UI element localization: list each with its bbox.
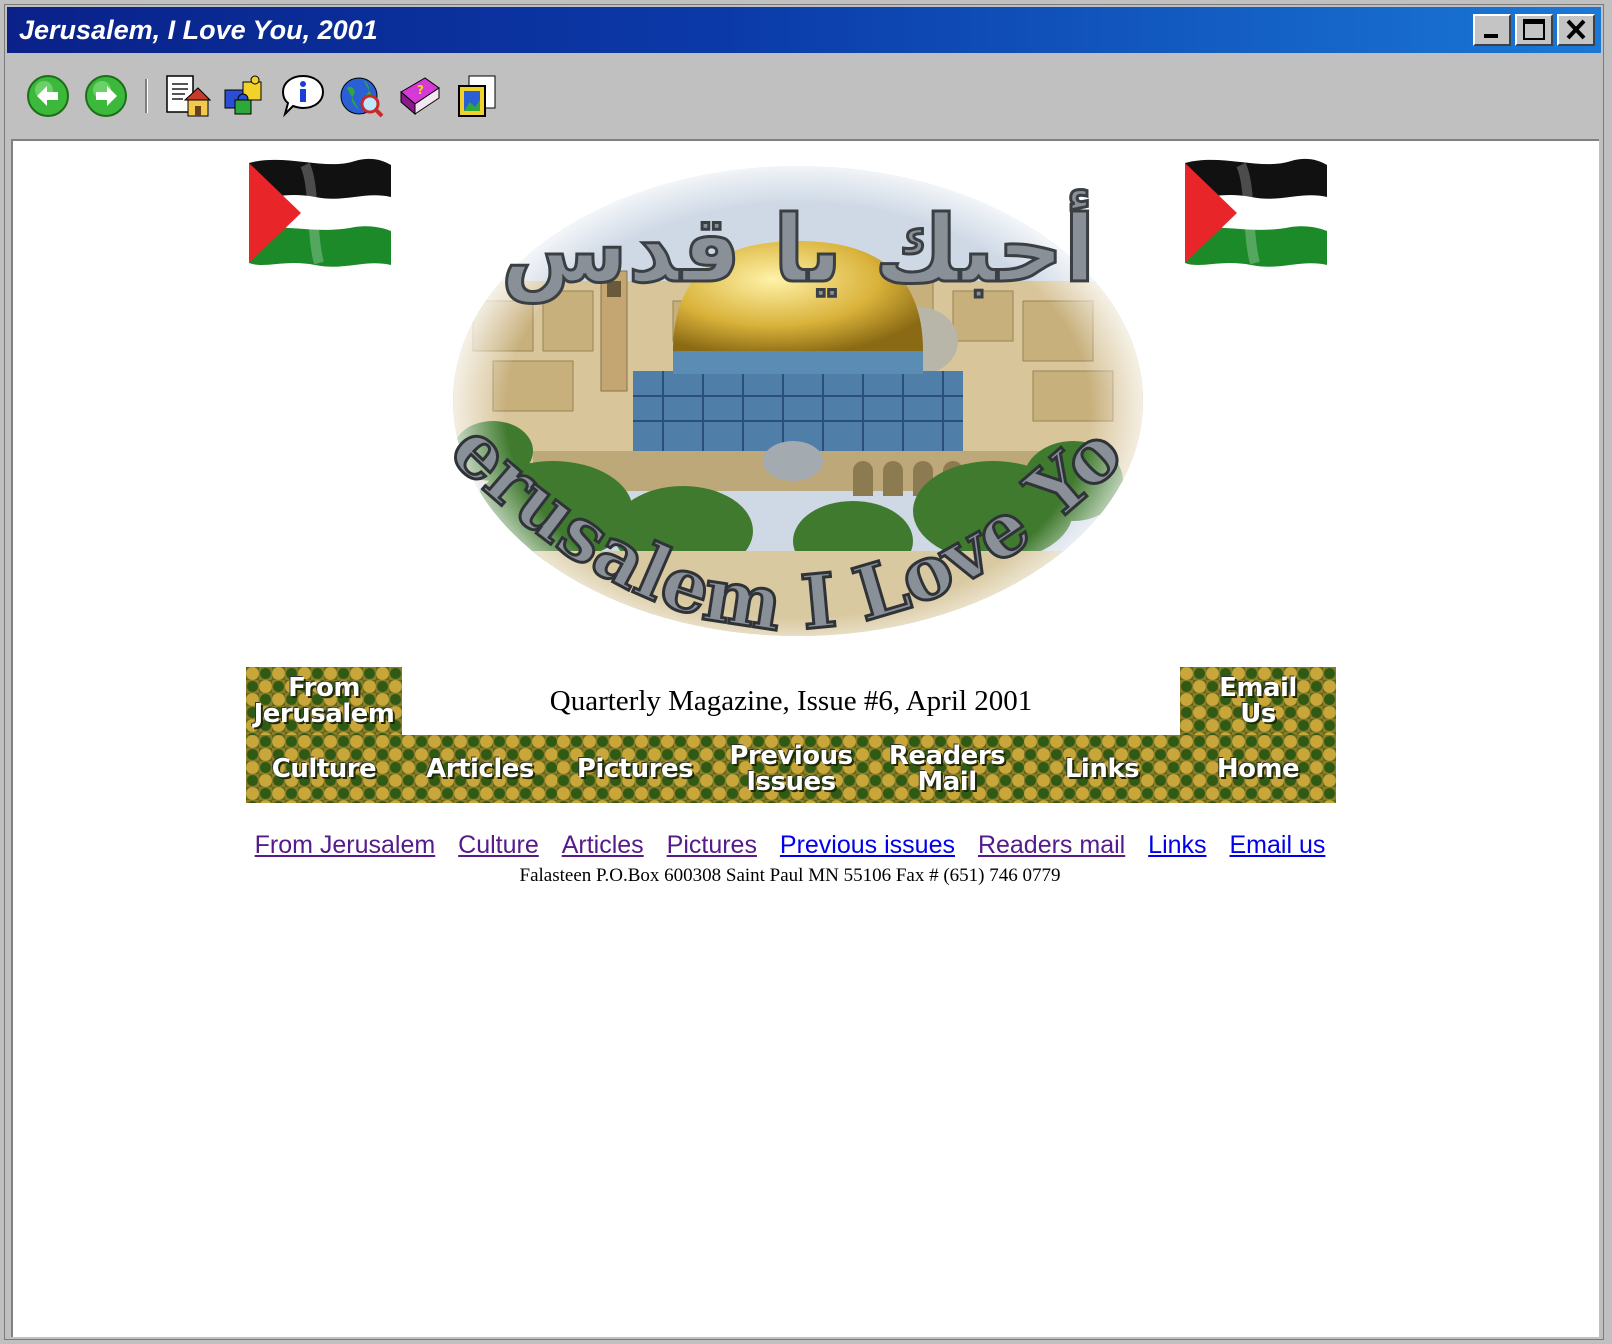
link-culture[interactable]: Culture	[458, 831, 539, 859]
close-button[interactable]	[1557, 14, 1595, 46]
help-book-button[interactable]: ?	[394, 71, 444, 121]
nav-articles-button[interactable]: Articles	[402, 735, 558, 803]
nav-pictures-label: Pictures	[576, 754, 694, 784]
nav-previous-issues-button[interactable]: Previous Issues	[713, 735, 869, 803]
toolbar-separator	[145, 79, 148, 113]
maximize-icon	[1523, 19, 1545, 40]
nav-from-jerusalem-button[interactable]: From Jerusalem	[246, 667, 402, 735]
link-articles[interactable]: Articles	[562, 831, 644, 859]
home-page-icon	[166, 75, 211, 117]
page-content: أحبك يا قدس Jerusalem I Love You FromJer…	[11, 139, 1599, 1337]
info-button[interactable]	[278, 71, 328, 121]
nav-readers-mail-label-2: Mail	[917, 767, 977, 797]
help-book-icon: ?	[400, 77, 440, 116]
globe-search-icon	[340, 77, 384, 118]
link-pictures[interactable]: Pictures	[667, 831, 757, 859]
back-arrow-icon	[27, 75, 69, 117]
nav-pictures-button[interactable]: Pictures	[557, 735, 713, 803]
nav-links-label: Links	[1064, 754, 1140, 784]
forward-button[interactable]	[81, 71, 131, 121]
issue-headline: Quarterly Magazine, Issue #6, April 2001	[402, 667, 1180, 735]
minimize-button[interactable]	[1473, 14, 1511, 46]
puzzle-button[interactable]	[220, 71, 270, 121]
forward-arrow-icon	[85, 75, 127, 117]
maximize-button[interactable]	[1515, 14, 1553, 46]
info-bubble-icon	[281, 74, 325, 118]
close-icon	[1566, 19, 1586, 40]
nav-links-button[interactable]: Links	[1024, 735, 1180, 803]
nav-articles-label: Articles	[426, 754, 534, 784]
back-button[interactable]	[23, 71, 73, 121]
nav-email-us-button[interactable]: Email Us	[1180, 667, 1336, 735]
nav-email-us-label-1: Email	[1219, 673, 1297, 703]
link-email-us[interactable]: Email us	[1230, 831, 1326, 859]
nav-readers-mail-button[interactable]: Readers Mail	[869, 735, 1025, 803]
browser-window: Jerusalem, I Love You, 2001 ? أحبك يا قد…	[4, 4, 1604, 1340]
palestine-flag-left	[249, 158, 391, 267]
jerusalem-banner-image: أحبك يا قدس Jerusalem I Love You	[433, 151, 1143, 650]
title-bar[interactable]: Jerusalem, I Love You, 2001	[7, 7, 1601, 53]
nav-culture-label: Culture	[271, 754, 377, 784]
nav-home-label: Home	[1216, 754, 1300, 784]
puzzle-icon	[224, 75, 262, 115]
toolbar: ?	[7, 55, 1601, 137]
nav-email-us-label-2: Us	[1240, 699, 1276, 729]
globe-search-button[interactable]	[336, 71, 386, 121]
nav-culture-button[interactable]: Culture	[246, 735, 402, 803]
minimize-icon	[1484, 34, 1498, 38]
postal-address: Falasteen P.O.Box 600308 Saint Paul MN 5…	[519, 865, 1061, 886]
link-links[interactable]: Links	[1148, 831, 1206, 859]
palestine-flag-right	[1185, 158, 1327, 267]
nav-previous-issues-label-2: Issues	[746, 767, 836, 797]
link-from-jerusalem[interactable]: From Jerusalem	[255, 831, 436, 859]
link-previous-issues[interactable]: Previous issues	[780, 831, 955, 859]
frame-picture-icon	[458, 75, 496, 117]
nav-from-jerusalem-label-1: From	[288, 673, 360, 703]
link-readers-mail[interactable]: Readers mail	[978, 831, 1125, 859]
window-title: Jerusalem, I Love You, 2001	[19, 14, 378, 45]
svg-text:?: ?	[417, 83, 424, 97]
window-controls	[1473, 14, 1595, 46]
arabic-title: أحبك يا قدس	[501, 189, 1096, 303]
nav-readers-mail-label-1: Readers	[888, 741, 1006, 771]
nav-home-button[interactable]: Home	[1180, 735, 1336, 803]
nav-from-jerusalem-label-2: Jerusalem	[253, 699, 395, 729]
frame-picture-button[interactable]	[452, 71, 502, 121]
home-page-button[interactable]	[162, 71, 212, 121]
text-link-bar: From Jerusalem Culture Articles Pictures…	[13, 831, 1567, 860]
nav-previous-issues-label-1: Previous	[729, 741, 853, 771]
